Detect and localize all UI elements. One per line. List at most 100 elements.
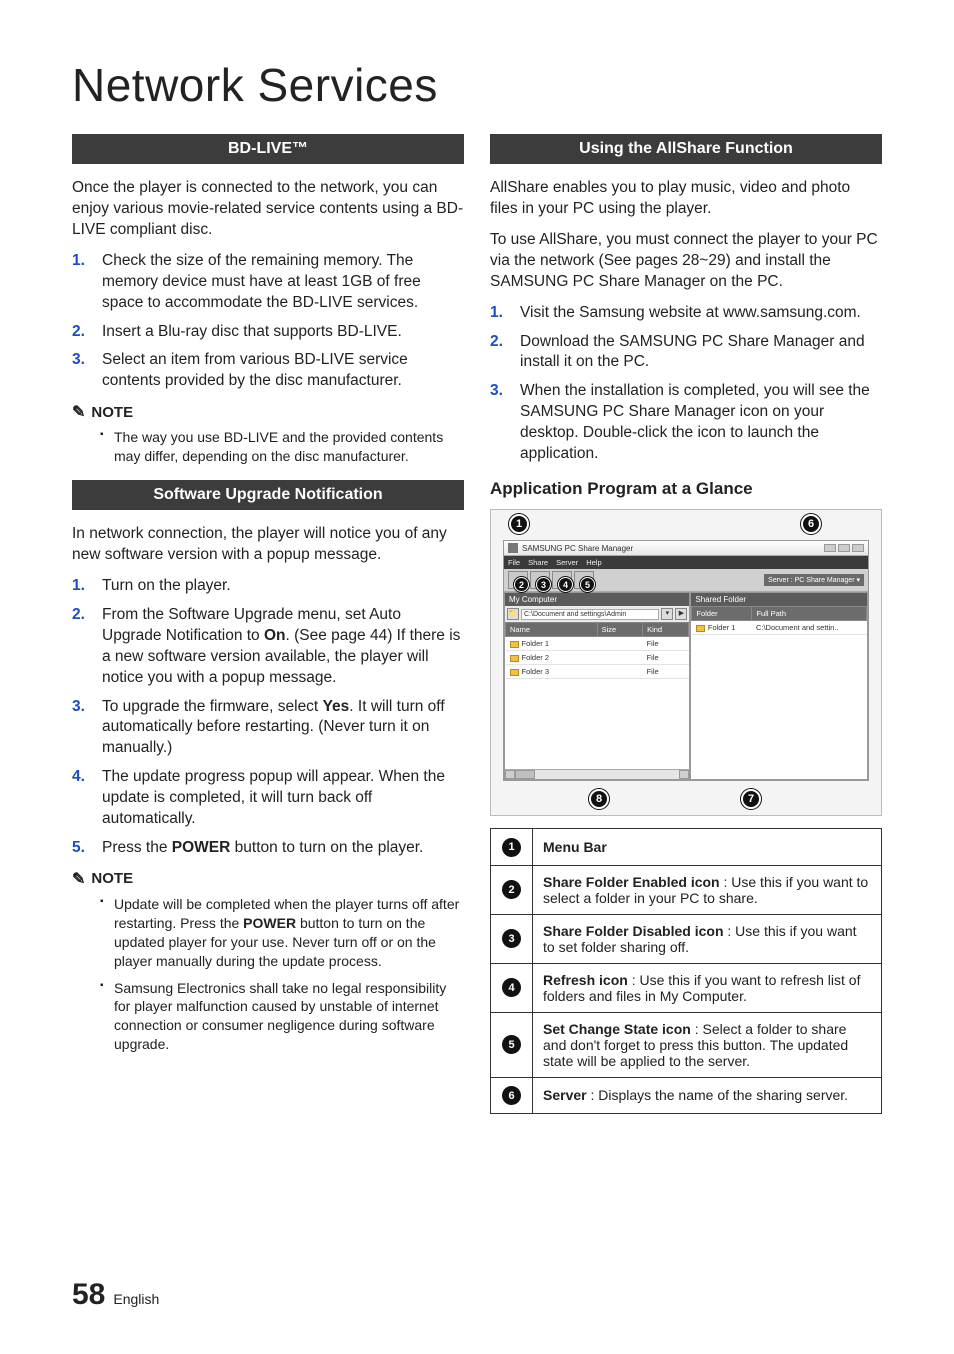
bdlive-step-3: Select an item from various BD-LIVE serv… bbox=[102, 350, 464, 392]
legend-table: 1 Menu Bar 2 Share Folder Enabled icon :… bbox=[490, 828, 882, 1114]
menu-server: Server bbox=[556, 558, 578, 567]
allshare-para-2: To use AllShare, you must connect the pl… bbox=[490, 230, 882, 293]
legend-row: 1 Menu Bar bbox=[491, 829, 882, 866]
bdlive-intro: Once the player is connected to the netw… bbox=[72, 178, 464, 241]
table-row: Folder 1File bbox=[506, 637, 689, 651]
dropdown-icon: ▾ bbox=[661, 608, 673, 620]
legend-title: Set Change State icon bbox=[543, 1021, 691, 1037]
section-heading-bdlive: BD-LIVE™ bbox=[72, 134, 464, 164]
menu-file: File bbox=[508, 558, 520, 567]
legend-badge: 2 bbox=[502, 880, 521, 899]
callout-7: 7 bbox=[741, 789, 761, 809]
callout-3: 3 bbox=[536, 577, 551, 592]
shared-table: Folder Full Path Folder 1C:\Document and… bbox=[691, 606, 867, 635]
bdlive-note-1: The way you use BD-LIVE and the provided… bbox=[100, 428, 464, 466]
legend-row: 6 Server : Displays the name of the shar… bbox=[491, 1077, 882, 1114]
sw-step-5: Press the POWER button to turn on the pl… bbox=[102, 838, 464, 859]
legend-badge: 1 bbox=[502, 838, 521, 857]
allshare-steps: 1.Visit the Samsung website at www.samsu… bbox=[490, 303, 882, 465]
folder-icon bbox=[510, 669, 519, 676]
swupgrade-intro: In network connection, the player will n… bbox=[72, 524, 464, 566]
callout-5: 5 bbox=[580, 577, 595, 592]
window-titlebar: SAMSUNG PC Share Manager bbox=[504, 541, 868, 556]
folder-icon bbox=[696, 625, 705, 632]
legend-title: Menu Bar bbox=[543, 839, 607, 855]
legend-row: 4 Refresh icon : Use this if you want to… bbox=[491, 963, 882, 1012]
legend-text: : Displays the name of the sharing serve… bbox=[587, 1087, 848, 1103]
window-buttons bbox=[824, 544, 864, 552]
path-input: C:\Document and settings\Admin bbox=[521, 609, 659, 620]
as-step-3: When the installation is completed, you … bbox=[520, 381, 882, 465]
swupgrade-notes: Update will be completed when the player… bbox=[100, 895, 464, 1054]
note-heading: ✎ NOTE bbox=[72, 869, 464, 889]
toolbar-btn-share-disabled: 3 bbox=[530, 571, 550, 589]
swupgrade-steps: 1.Turn on the player. 2.From the Softwar… bbox=[72, 576, 464, 859]
bdlive-notes: The way you use BD-LIVE and the provided… bbox=[100, 428, 464, 466]
note-icon: ✎ bbox=[72, 869, 85, 889]
note-label: NOTE bbox=[91, 870, 133, 887]
note-heading: ✎ NOTE bbox=[72, 402, 464, 422]
sw-step-1: Turn on the player. bbox=[102, 576, 464, 597]
toolbar-btn-set-change-state: 5 bbox=[574, 571, 594, 589]
pane-head-shared: Shared Folder bbox=[691, 593, 867, 606]
app-screenshot-figure: 1 6 SAMSUNG PC Share Manager File Share … bbox=[490, 509, 882, 816]
table-row: Folder 1C:\Document and settin.. bbox=[692, 621, 867, 635]
folder-up-icon: 📁 bbox=[507, 608, 519, 620]
legend-row: 2 Share Folder Enabled icon : Use this i… bbox=[491, 865, 882, 914]
window-title: SAMSUNG PC Share Manager bbox=[522, 544, 633, 553]
legend-title: Share Folder Enabled icon bbox=[543, 874, 720, 890]
col-folder: Folder bbox=[692, 607, 752, 621]
subheading-app-glance: Application Program at a Glance bbox=[490, 479, 882, 499]
app-window: SAMSUNG PC Share Manager File Share Serv… bbox=[503, 540, 869, 781]
sw-note-1: Update will be completed when the player… bbox=[100, 895, 464, 971]
table-row: Folder 3File bbox=[506, 665, 689, 679]
callout-6: 6 bbox=[801, 514, 821, 534]
toolbar: 2 3 4 5 Server : PC Share Manager ▾ bbox=[504, 569, 868, 592]
sw-step-4: The update progress popup will appear. W… bbox=[102, 767, 464, 830]
right-column: Using the AllShare Function AllShare ena… bbox=[490, 134, 882, 1114]
allshare-para-1: AllShare enables you to play music, vide… bbox=[490, 178, 882, 220]
legend-badge: 4 bbox=[502, 978, 521, 997]
col-size: Size bbox=[597, 623, 642, 637]
mycomputer-table: Name Size Kind Folder 1File Folder 2File… bbox=[505, 622, 689, 679]
legend-badge: 6 bbox=[502, 1086, 521, 1105]
pane-head-mycomputer: My Computer bbox=[505, 593, 689, 606]
legend-title: Server bbox=[543, 1087, 587, 1103]
folder-icon bbox=[510, 641, 519, 648]
pane-my-computer: My Computer 📁 C:\Document and settings\A… bbox=[504, 592, 690, 780]
as-step-1: Visit the Samsung website at www.samsung… bbox=[520, 303, 882, 324]
section-heading-swupgrade: Software Upgrade Notification bbox=[72, 480, 464, 510]
as-step-2: Download the SAMSUNG PC Share Manager an… bbox=[520, 332, 882, 374]
sw-step-2: From the Software Upgrade menu, set Auto… bbox=[102, 605, 464, 689]
callout-8: 8 bbox=[589, 789, 609, 809]
menu-help: Help bbox=[586, 558, 601, 567]
page-number: 58 bbox=[72, 1278, 105, 1312]
page-title: Network Services bbox=[72, 58, 882, 112]
toolbar-btn-refresh: 4 bbox=[552, 571, 572, 589]
col-kind: Kind bbox=[643, 623, 689, 637]
callout-1: 1 bbox=[509, 514, 529, 534]
legend-row: 3 Share Folder Disabled icon : Use this … bbox=[491, 914, 882, 963]
left-column: BD-LIVE™ Once the player is connected to… bbox=[72, 134, 464, 1114]
legend-badge: 3 bbox=[502, 929, 521, 948]
pane-shared-folder: Shared Folder Folder Full Path Folder 1C… bbox=[690, 592, 868, 780]
legend-badge: 5 bbox=[502, 1035, 521, 1054]
note-label: NOTE bbox=[91, 404, 133, 421]
bdlive-step-1: Check the size of the remaining memory. … bbox=[102, 251, 464, 314]
folder-icon bbox=[510, 655, 519, 662]
server-label: Server : PC Share Manager ▾ bbox=[764, 574, 864, 586]
app-icon bbox=[508, 543, 518, 553]
callout-4: 4 bbox=[558, 577, 573, 592]
col-name: Name bbox=[506, 623, 598, 637]
section-heading-allshare: Using the AllShare Function bbox=[490, 134, 882, 164]
sw-step-3: To upgrade the firmware, select Yes. It … bbox=[102, 697, 464, 760]
toolbar-btn-share-enabled: 2 bbox=[508, 571, 528, 589]
sw-note-2: Samsung Electronics shall take no legal … bbox=[100, 979, 464, 1055]
bdlive-steps: 1.Check the size of the remaining memory… bbox=[72, 251, 464, 393]
bdlive-step-2: Insert a Blu-ray disc that supports BD-L… bbox=[102, 322, 464, 343]
col-fullpath: Full Path bbox=[752, 607, 867, 621]
table-row: Folder 2File bbox=[506, 651, 689, 665]
menu-share: Share bbox=[528, 558, 548, 567]
go-icon: ▶ bbox=[675, 608, 687, 620]
horizontal-scrollbar bbox=[505, 769, 689, 779]
